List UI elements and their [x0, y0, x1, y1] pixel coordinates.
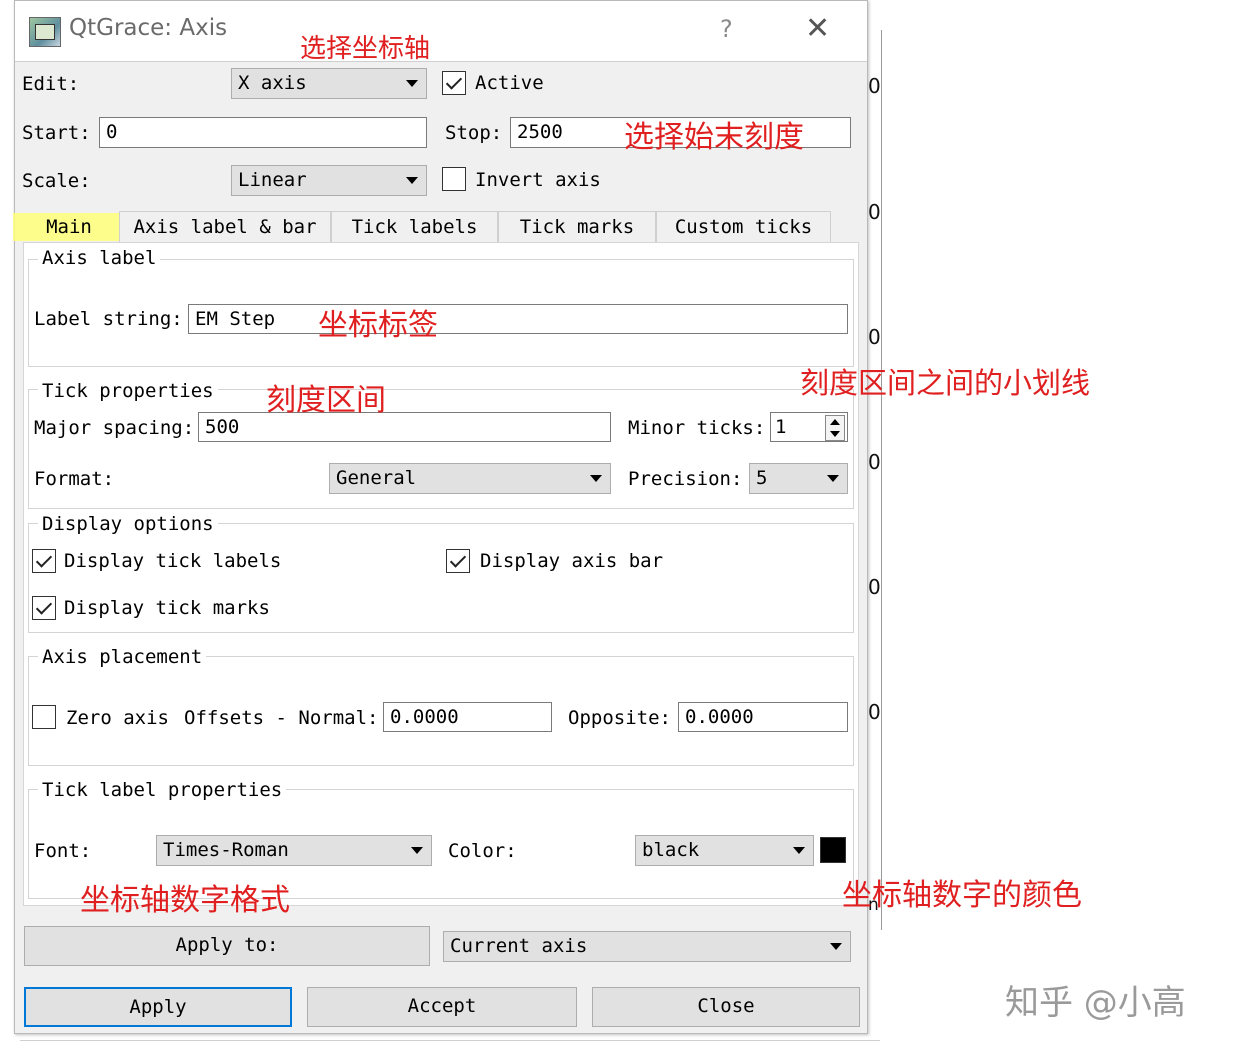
offset-opposite-input[interactable]: 0.0000 [678, 702, 848, 732]
apply-to-button[interactable]: Apply to: [24, 926, 430, 966]
display-tick-marks-checkbox[interactable] [32, 596, 56, 620]
display-tick-labels-checkbox[interactable] [32, 549, 56, 573]
tab-custom-ticks[interactable]: Custom ticks [656, 211, 831, 242]
chevron-down-icon [830, 943, 842, 950]
background-tick-label: 0 [868, 575, 881, 599]
edit-label: Edit: [22, 73, 80, 95]
scale-value: Linear [238, 169, 307, 191]
close-button[interactable]: Close [592, 987, 860, 1027]
font-label: Font: [34, 840, 92, 862]
label-string-label: Label string: [34, 308, 183, 330]
precision-label: Precision: [628, 468, 743, 490]
display-tick-labels-label: Display tick labels [64, 550, 282, 572]
chevron-down-icon [793, 847, 805, 854]
background-tick-label: 0 [868, 700, 881, 724]
scale-label: Scale: [22, 170, 91, 192]
annotation-number-format: 坐标轴数字格式 [80, 883, 290, 918]
annotation-select-range: 选择始末刻度 [624, 120, 804, 155]
background-line [20, 1040, 880, 1041]
zhihu-watermark: 知乎 @小高 [1005, 983, 1186, 1023]
format-label: Format: [34, 468, 115, 490]
tab-main[interactable]: Main [19, 211, 119, 242]
display-axis-bar-checkbox[interactable] [446, 549, 470, 573]
tab-tick-marks[interactable]: Tick marks [498, 211, 656, 242]
start-input[interactable]: 0 [99, 117, 427, 148]
background-tick-label: 0 [868, 325, 881, 349]
display-axis-bar-label: Display axis bar [480, 550, 664, 572]
window-title: QtGrace: Axis [69, 15, 228, 41]
offsets-normal-label: Offsets - Normal: [184, 707, 379, 729]
format-select[interactable]: General [329, 463, 611, 494]
edit-axis-value: X axis [238, 72, 307, 94]
chevron-down-icon [827, 475, 839, 482]
invert-axis-checkbox[interactable] [442, 167, 466, 191]
color-select[interactable]: black [635, 835, 814, 866]
close-icon[interactable]: ✕ [805, 11, 830, 46]
annotation-minor-lines: 刻度区间之间的小划线 [800, 366, 1091, 400]
display-options-group-title: Display options [38, 513, 218, 535]
stop-label: Stop: [445, 122, 503, 144]
chevron-down-icon [411, 847, 423, 854]
start-label: Start: [22, 122, 91, 144]
qtgrace-app-icon [29, 17, 61, 47]
edit-axis-select[interactable]: X axis [231, 68, 427, 99]
axis-placement-group-title: Axis placement [38, 646, 207, 668]
minor-ticks-label: Minor ticks: [628, 417, 766, 439]
tick-label-properties-group-title: Tick label properties [38, 779, 287, 801]
major-spacing-label: Major spacing: [34, 417, 195, 439]
accept-button[interactable]: Accept [307, 987, 577, 1027]
apply-to-value: Current axis [450, 935, 588, 957]
chevron-down-icon [590, 475, 602, 482]
label-string-input[interactable]: EM Step [188, 304, 848, 334]
precision-value: 5 [756, 467, 768, 489]
title-bar: QtGrace: Axis ? ✕ [15, 1, 867, 62]
scale-select[interactable]: Linear [231, 165, 427, 196]
spin-up-icon[interactable] [830, 419, 840, 425]
zero-axis-label: Zero axis [66, 707, 169, 729]
format-value: General [336, 467, 417, 489]
annotation-tick-interval: 刻度区间 [266, 383, 386, 418]
offset-normal-input[interactable]: 0.0000 [383, 702, 552, 732]
minor-ticks-value: 1 [775, 416, 787, 438]
tab-axis-label-bar[interactable]: Axis label & bar [119, 211, 331, 242]
background-tick-label: 0 [868, 450, 881, 474]
apply-to-select[interactable]: Current axis [443, 931, 851, 962]
chevron-down-icon [406, 80, 418, 87]
precision-select[interactable]: 5 [749, 463, 848, 494]
spin-down-icon[interactable] [830, 431, 840, 437]
display-tick-marks-label: Display tick marks [64, 597, 270, 619]
minor-ticks-spinbox[interactable]: 1 [770, 412, 848, 442]
color-value: black [642, 839, 700, 861]
opposite-label: Opposite: [568, 707, 671, 729]
background-tick-label: 0 [868, 74, 881, 98]
font-select[interactable]: Times-Roman [156, 835, 432, 866]
spin-buttons[interactable] [825, 415, 845, 441]
zero-axis-checkbox[interactable] [32, 705, 56, 729]
color-label: Color: [448, 840, 517, 862]
tab-tick-labels[interactable]: Tick labels [331, 211, 498, 242]
background-tick-label: 0 [868, 200, 881, 224]
annotation-select-axis: 选择坐标轴 [300, 34, 431, 64]
active-checkbox[interactable] [442, 71, 466, 95]
font-value: Times-Roman [163, 839, 289, 861]
annotation-number-color: 坐标轴数字的颜色 [842, 878, 1082, 913]
color-swatch[interactable] [820, 837, 846, 863]
major-spacing-input[interactable]: 500 [198, 412, 611, 442]
chevron-down-icon [406, 177, 418, 184]
apply-button[interactable]: Apply [24, 987, 292, 1027]
active-label: Active [475, 72, 544, 94]
annotation-axis-label: 坐标标签 [318, 308, 438, 343]
tick-properties-group-title: Tick properties [38, 380, 218, 402]
invert-axis-label: Invert axis [475, 169, 601, 191]
main-tab-panel: Axis label Label string: EM Step Tick pr… [23, 242, 859, 906]
help-button[interactable]: ? [720, 15, 733, 43]
axis-label-group-title: Axis label [38, 247, 161, 269]
